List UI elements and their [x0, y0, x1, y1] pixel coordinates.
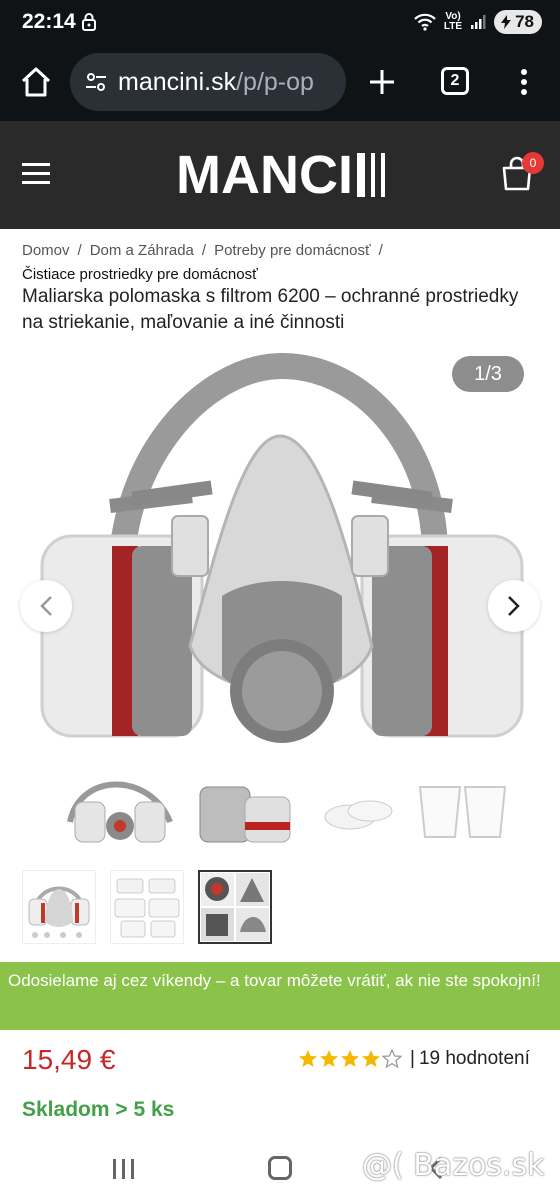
- cart-count-badge: 0: [522, 152, 544, 174]
- review-count[interactable]: 19 hodnotení: [419, 1048, 530, 1070]
- star-filled-icon: [320, 1050, 338, 1067]
- hamburger-menu-icon[interactable]: [22, 161, 52, 187]
- status-time: 22:14: [22, 10, 76, 33]
- home-icon[interactable]: [18, 64, 54, 100]
- breadcrumb-home[interactable]: Domov: [22, 242, 70, 259]
- watermark: @( Bazos.sk: [362, 1148, 545, 1183]
- browser-toolbar: mancini.sk/p/p-op 2: [0, 46, 560, 121]
- tab-switcher-button[interactable]: 2: [441, 67, 469, 95]
- product-title: Maliarska polomaska s filtrom 6200 – och…: [22, 286, 519, 333]
- recent-apps-icon[interactable]: [112, 1158, 136, 1180]
- product-rating[interactable]: | 19 hodnotení: [298, 1048, 530, 1070]
- thumbnail-mask-collage[interactable]: [198, 870, 272, 944]
- lock-icon: [82, 13, 96, 31]
- breadcrumb-current[interactable]: Čistiace prostriedky pre domácnosť: [22, 264, 542, 286]
- signal-icon: [471, 15, 486, 29]
- new-tab-icon[interactable]: [364, 64, 400, 100]
- thumbnail-list: [22, 870, 272, 946]
- logo-mark-icon: [356, 153, 385, 197]
- url-path: /p/p-op: [236, 67, 314, 96]
- thumbnail-filter-packs[interactable]: [110, 870, 184, 944]
- star-filled-icon: [341, 1050, 359, 1067]
- url-host: mancini.sk: [118, 67, 237, 96]
- lte-indicator: Vo) LTE: [443, 11, 463, 32]
- home-nav-icon[interactable]: [268, 1156, 292, 1180]
- more-options-icon[interactable]: [514, 64, 534, 100]
- site-header: MANCI: [0, 121, 560, 229]
- status-bar: 22:14 Vo) LTE 78: [0, 0, 560, 46]
- breadcrumb: Domov / Dom a Záhrada / Potreby pre domácnos…: [22, 240, 542, 286]
- chevron-right-icon: [508, 596, 520, 616]
- product-price: 15,49 €: [22, 1044, 116, 1075]
- stock-status: Skladom > 5 ks: [22, 1098, 175, 1121]
- battery-indicator: 78: [494, 10, 542, 34]
- star-filled-icon: [299, 1050, 317, 1067]
- wifi-icon: [414, 13, 436, 31]
- shipping-promo-banner: Odosielame aj cez víkendy – a tovar môže…: [0, 962, 560, 1030]
- star-empty-icon: [382, 1049, 402, 1069]
- thumbnail-image: [28, 886, 90, 938]
- thumbnail-image: [201, 873, 269, 941]
- gallery-next-button[interactable]: [488, 580, 540, 632]
- site-logo[interactable]: MANCI: [176, 145, 389, 205]
- address-bar[interactable]: mancini.sk/p/p-op: [70, 53, 346, 111]
- chevron-left-icon: [40, 596, 52, 616]
- gallery-prev-button[interactable]: [20, 580, 72, 632]
- breadcrumb-household[interactable]: Potreby pre domácnosť: [214, 242, 371, 259]
- image-counter: 1/3: [452, 356, 524, 392]
- logo-text: MANCI: [176, 145, 353, 205]
- site-settings-icon[interactable]: [84, 70, 108, 94]
- thumbnail-image: [114, 878, 180, 938]
- thumbnail-mask-set[interactable]: [22, 870, 96, 944]
- star-filled-icon: [362, 1050, 380, 1067]
- battery-level: 78: [515, 12, 534, 31]
- product-image-variants: [67, 781, 507, 843]
- breadcrumb-home-garden[interactable]: Dom a Záhrada: [90, 242, 194, 259]
- url-text: mancini.sk/p/p-op: [118, 68, 314, 97]
- charging-icon: [501, 15, 512, 29]
- rating-stars: [298, 1049, 402, 1069]
